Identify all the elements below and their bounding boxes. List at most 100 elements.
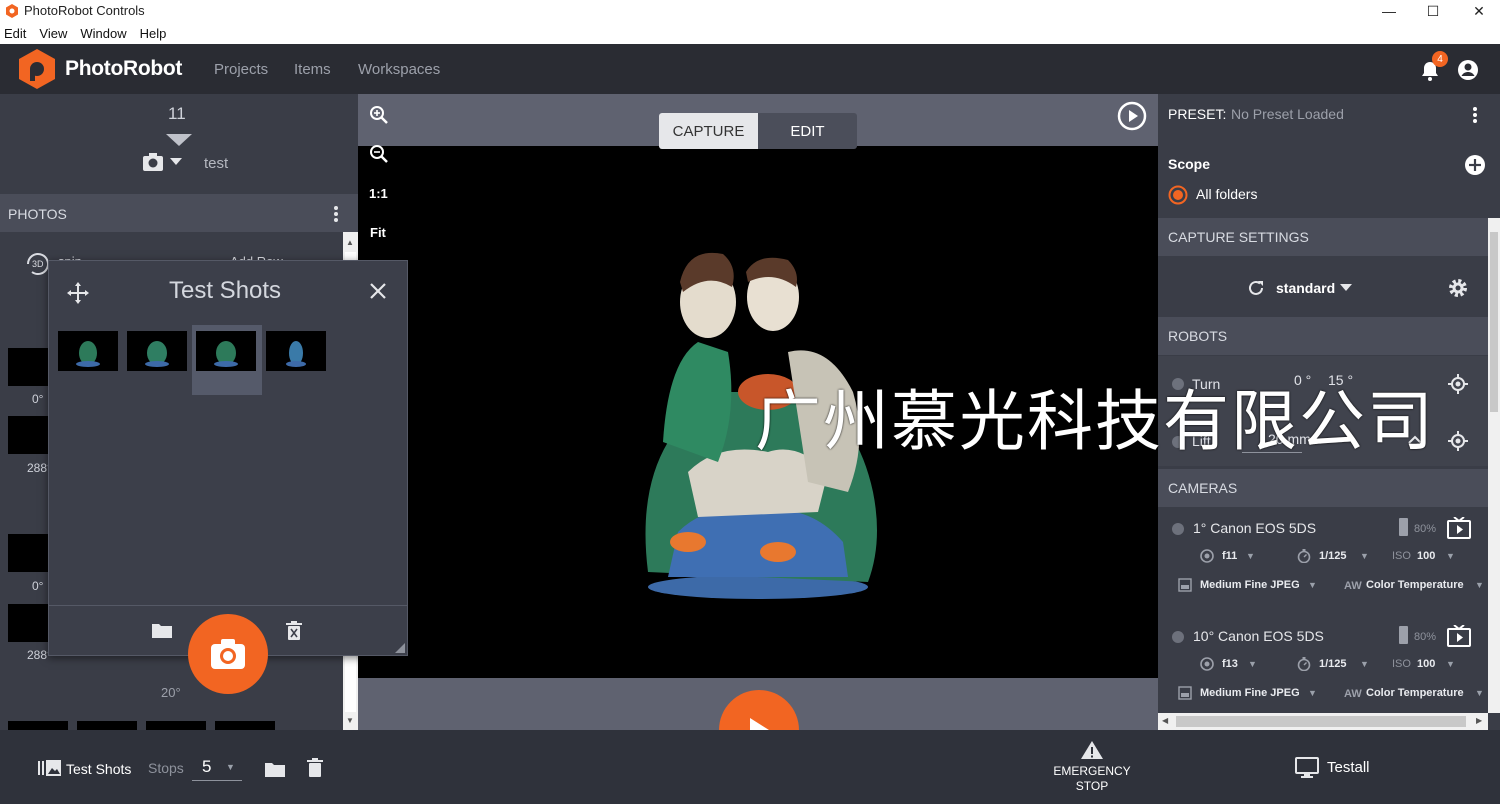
battery-level: 80%: [1414, 523, 1437, 535]
caret-down-icon[interactable]: ▼: [1446, 551, 1455, 561]
minimize-button[interactable]: —: [1366, 0, 1412, 22]
camera-card: 1° Canon EOS 5DS 80% f11 ▼ 1/125 ▼ ISO 1…: [1158, 512, 1488, 616]
iso-label: ISO: [1392, 658, 1411, 670]
capture-mode-select[interactable]: standard: [1276, 280, 1335, 296]
take-test-shot-button[interactable]: [188, 614, 268, 694]
caret-down-icon[interactable]: ▼: [1446, 659, 1455, 669]
folder-icon[interactable]: [264, 760, 286, 778]
preset-more-icon[interactable]: [1472, 106, 1478, 124]
scroll-left-arrow-icon[interactable]: ◀: [1162, 716, 1168, 725]
capture-counter-area: 11 test: [0, 94, 358, 194]
delete-all-icon[interactable]: [286, 621, 302, 641]
shutter-value[interactable]: 1/125: [1319, 550, 1347, 562]
photo-thumb[interactable]: [8, 348, 48, 386]
caret-down-icon[interactable]: ▼: [1308, 580, 1317, 590]
aperture-value[interactable]: f11: [1222, 550, 1237, 562]
play-preview-icon[interactable]: [1117, 101, 1147, 131]
menu-help[interactable]: Help: [140, 26, 167, 41]
white-balance-icon: AW: [1344, 578, 1362, 592]
stops-select[interactable]: 5: [202, 757, 211, 777]
workstation-name[interactable]: Testall: [1327, 759, 1370, 776]
white-balance-value[interactable]: Color Temperature: [1366, 687, 1464, 699]
photo-thumb[interactable]: [8, 534, 48, 572]
live-view-icon[interactable]: [1447, 625, 1471, 647]
photo-thumb[interactable]: [8, 604, 48, 642]
menu-view[interactable]: View: [39, 26, 67, 41]
image-quality-value[interactable]: Medium Fine JPEG: [1200, 579, 1300, 591]
caret-down-icon[interactable]: ▼: [1248, 659, 1257, 669]
target-icon[interactable]: [1448, 374, 1468, 394]
iso-value[interactable]: 100: [1417, 550, 1435, 562]
emergency-stop-button[interactable]: EMERGENCY STOP: [1052, 764, 1132, 794]
photo-thumb[interactable]: [8, 416, 48, 454]
photo-thumb[interactable]: [146, 721, 206, 730]
maximize-button[interactable]: ☐: [1410, 0, 1456, 22]
caret-down-icon[interactable]: ▼: [1246, 551, 1255, 561]
scope-radio-selected[interactable]: [1168, 185, 1188, 205]
photos-more-icon[interactable]: [333, 205, 339, 223]
test-shot-thumb[interactable]: [127, 331, 187, 371]
zoom-out-icon[interactable]: [369, 144, 389, 164]
zoom-in-icon[interactable]: [369, 105, 389, 125]
gallery-icon[interactable]: [38, 759, 62, 777]
iso-label: ISO: [1392, 550, 1411, 562]
tab-edit[interactable]: EDIT: [758, 113, 857, 149]
shutter-value[interactable]: 1/125: [1319, 658, 1347, 670]
photo-thumb[interactable]: [77, 721, 137, 730]
scroll-down-arrow-icon[interactable]: ▼: [346, 716, 354, 725]
zoom-fit-button[interactable]: Fit: [370, 225, 386, 240]
target-icon[interactable]: [1448, 431, 1468, 451]
white-balance-value[interactable]: Color Temperature: [1366, 579, 1464, 591]
robots-header: ROBOTS: [1158, 317, 1488, 355]
right-panel-scrollbar[interactable]: [1488, 218, 1500, 713]
scroll-thumb[interactable]: [1176, 716, 1466, 727]
caret-down-icon[interactable]: ▼: [1308, 688, 1317, 698]
resize-grip-icon[interactable]: [395, 643, 405, 653]
scroll-thumb[interactable]: [1490, 232, 1498, 412]
move-drag-icon[interactable]: [66, 281, 90, 305]
caret-down-icon[interactable]: ▼: [226, 762, 235, 772]
angle-label: 0°: [32, 392, 44, 406]
add-scope-icon[interactable]: [1464, 154, 1486, 176]
scroll-up-arrow-icon[interactable]: ▲: [346, 238, 354, 247]
trash-icon[interactable]: [307, 758, 323, 778]
close-icon[interactable]: [369, 282, 387, 300]
chevron-down-icon[interactable]: [1340, 284, 1352, 292]
nav-workspaces[interactable]: Workspaces: [358, 61, 440, 78]
test-shot-thumb[interactable]: [266, 331, 326, 371]
capture-settings-header: CAPTURE SETTINGS: [1158, 218, 1488, 256]
scroll-right-arrow-icon[interactable]: ▶: [1476, 716, 1482, 725]
menu-window[interactable]: Window: [80, 26, 126, 41]
aperture-value[interactable]: f13: [1222, 658, 1238, 670]
iso-value[interactable]: 100: [1417, 658, 1435, 670]
user-account-icon[interactable]: [1457, 59, 1479, 81]
menu-edit[interactable]: Edit: [4, 26, 26, 41]
test-shot-thumb[interactable]: [58, 331, 118, 371]
folder-icon[interactable]: [151, 621, 173, 639]
gear-icon[interactable]: [1447, 277, 1469, 299]
refresh-icon: [1246, 278, 1266, 298]
caret-down-icon[interactable]: ▼: [1360, 659, 1369, 669]
test-shots-toggle[interactable]: Test Shots: [66, 761, 131, 777]
test-shot-thumb[interactable]: [196, 331, 256, 371]
caret-down-icon[interactable]: ▼: [1475, 580, 1484, 590]
zoom-actual-size-button[interactable]: 1:1: [369, 186, 388, 201]
tab-capture[interactable]: CAPTURE: [659, 113, 758, 149]
image-quality-value[interactable]: Medium Fine JPEG: [1200, 687, 1300, 699]
camera-dropdown-caret-icon[interactable]: [170, 158, 182, 166]
nav-items[interactable]: Items: [294, 61, 331, 78]
watermark-text: 广州慕光科技有限公司: [755, 383, 1435, 460]
photo-thumb[interactable]: [215, 721, 275, 730]
photorobot-logo-icon[interactable]: [19, 49, 55, 89]
nav-projects[interactable]: Projects: [214, 61, 268, 78]
camera-icon[interactable]: [142, 152, 164, 172]
shutter-icon: [1297, 549, 1311, 563]
caret-down-icon[interactable]: ▼: [1360, 551, 1369, 561]
caret-down-icon[interactable]: ▼: [1475, 688, 1484, 698]
photo-thumb[interactable]: [8, 721, 68, 730]
camera-name: 1° Canon EOS 5DS: [1193, 520, 1317, 536]
close-window-button[interactable]: ✕: [1456, 0, 1500, 22]
live-view-icon[interactable]: [1447, 517, 1471, 539]
white-balance-icon: AW: [1344, 686, 1362, 700]
right-panel-hscrollbar[interactable]: ◀ ▶: [1158, 713, 1488, 730]
